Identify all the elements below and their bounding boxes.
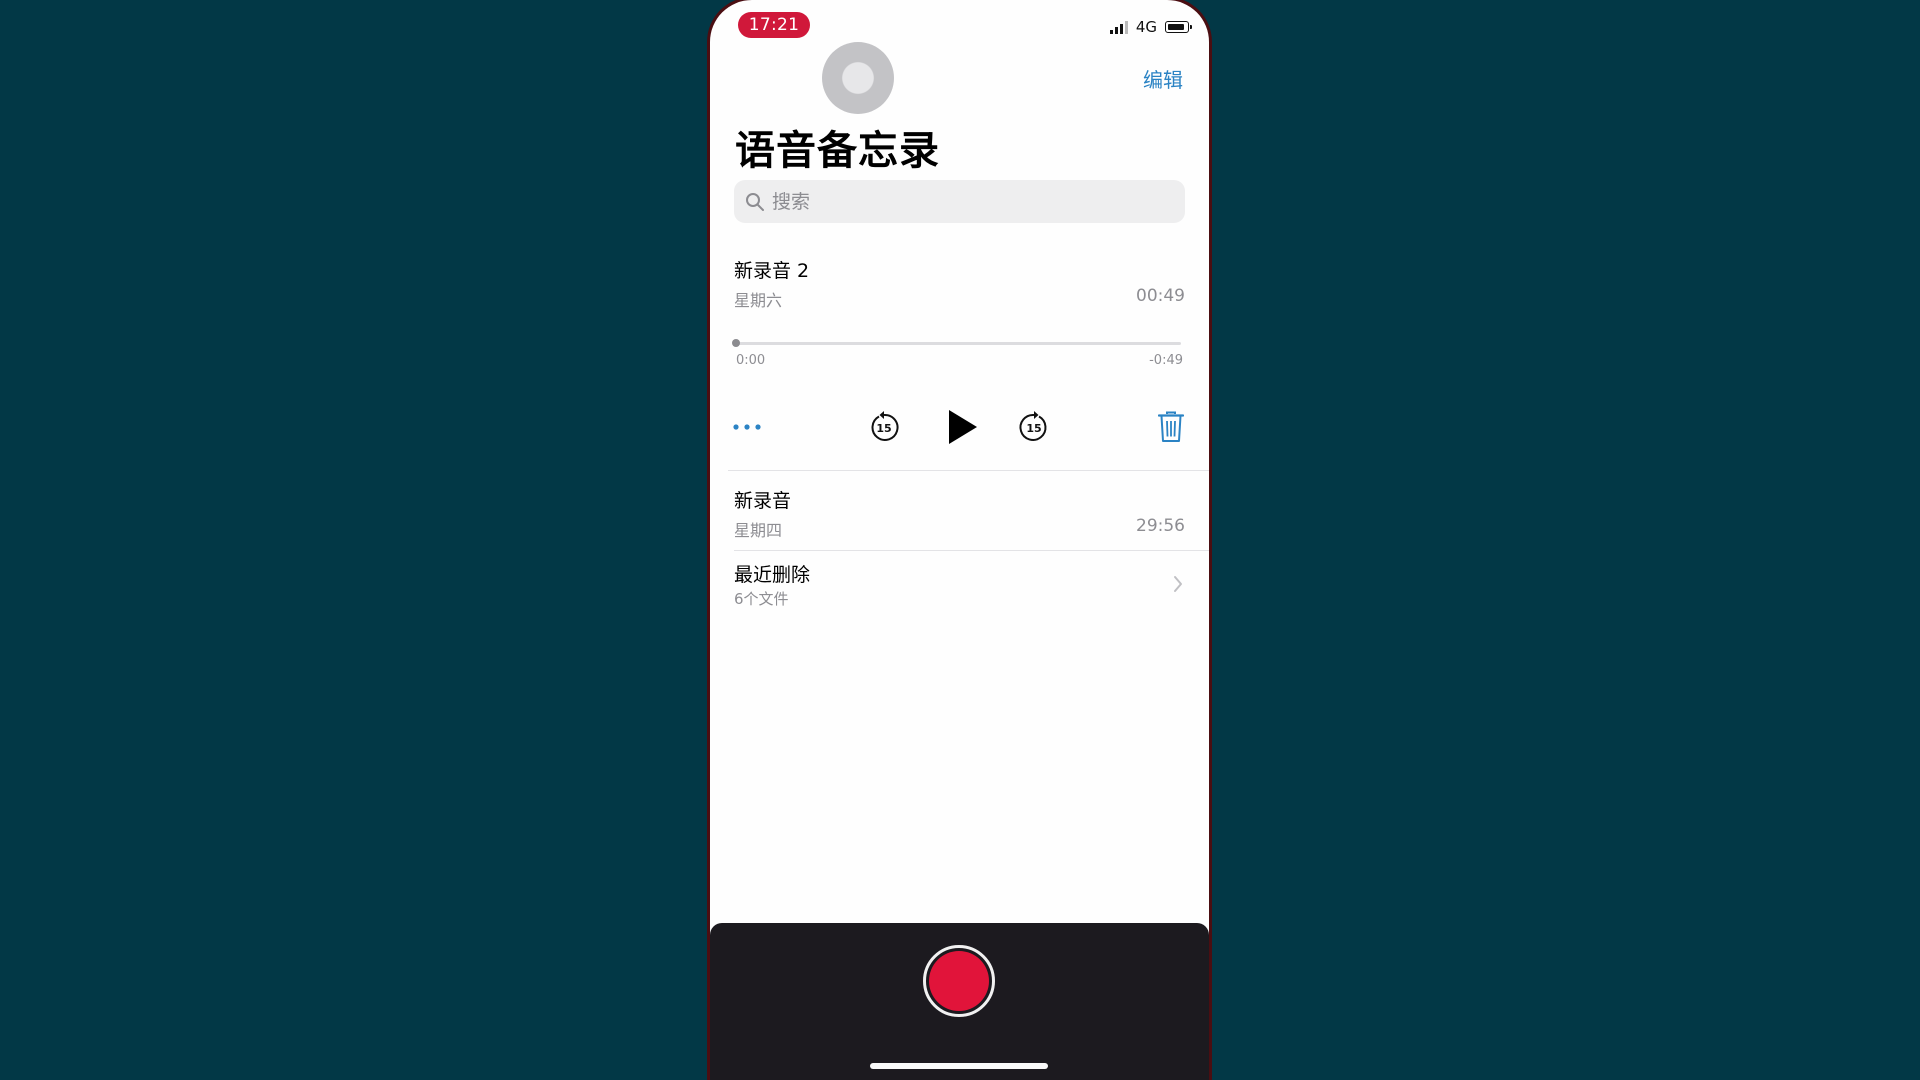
- play-button[interactable]: [942, 407, 982, 447]
- delete-button[interactable]: [1156, 410, 1186, 444]
- recording-duration: 29:56: [1136, 516, 1185, 536]
- divider: [728, 470, 1209, 471]
- trash-icon: [1158, 411, 1184, 442]
- play-icon: [949, 410, 977, 444]
- page-title: 语音备忘录: [735, 128, 940, 174]
- recently-deleted-count: 6个文件: [734, 590, 789, 608]
- more-icon: [733, 424, 761, 430]
- status-indicators: 4G: [1109, 18, 1192, 36]
- search-bar[interactable]: [734, 180, 1185, 223]
- svg-text:15: 15: [1026, 422, 1041, 435]
- playback-scrubber[interactable]: [732, 339, 1181, 347]
- recording-duration: 00:49: [1136, 286, 1185, 306]
- more-button[interactable]: [732, 416, 762, 438]
- recording-date: 星期六: [734, 291, 783, 310]
- skip-forward-15-icon: 15: [1019, 411, 1047, 441]
- skip-forward-button[interactable]: 15: [1017, 410, 1051, 444]
- recording-date: 星期四: [734, 521, 783, 540]
- battery-icon: [1165, 21, 1192, 33]
- recently-deleted-label: 最近删除: [734, 564, 811, 586]
- svg-text:15: 15: [876, 422, 891, 435]
- divider: [734, 550, 1209, 551]
- record-icon: [929, 951, 989, 1011]
- recording-name: 新录音 2: [734, 260, 810, 282]
- skip-back-15-icon: 15: [871, 411, 899, 441]
- remaining-time: -0:49: [1149, 353, 1183, 368]
- record-button[interactable]: [923, 945, 995, 1017]
- phone-screen: 17:21 4G 编辑 语音备忘录 新录音 2 星期六 00:49 0:00 -…: [710, 0, 1209, 1080]
- elapsed-time: 0:00: [736, 353, 766, 368]
- recording-name: 新录音: [734, 490, 792, 512]
- chevron-right-icon: [1174, 576, 1182, 592]
- search-input[interactable]: [770, 189, 1154, 214]
- scrubber-knob[interactable]: [732, 339, 740, 347]
- cellular-signal-icon: [1109, 20, 1128, 34]
- status-time: 17:21: [738, 12, 810, 38]
- profile-placeholder: [822, 42, 894, 114]
- home-indicator[interactable]: [870, 1063, 1048, 1069]
- search-icon: [746, 192, 764, 211]
- record-toolbar: [710, 923, 1209, 1080]
- network-type: 4G: [1135, 18, 1157, 36]
- edit-button[interactable]: 编辑: [1143, 64, 1183, 93]
- skip-back-button[interactable]: 15: [867, 410, 901, 444]
